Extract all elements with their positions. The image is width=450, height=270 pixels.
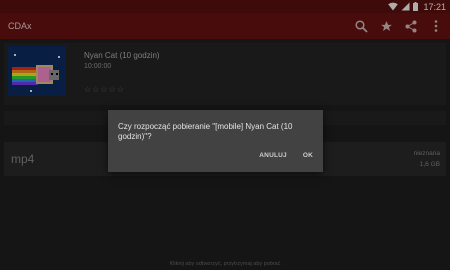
dialog-message: Czy rozpocząć pobieranie "[mobile] Nyan … xyxy=(118,122,293,141)
dialog-buttons: ANULUJ OK xyxy=(259,152,313,159)
ok-button[interactable]: OK xyxy=(303,152,313,159)
cancel-button[interactable]: ANULUJ xyxy=(259,152,287,159)
download-confirm-dialog: Czy rozpocząć pobieranie "[mobile] Nyan … xyxy=(108,110,323,172)
